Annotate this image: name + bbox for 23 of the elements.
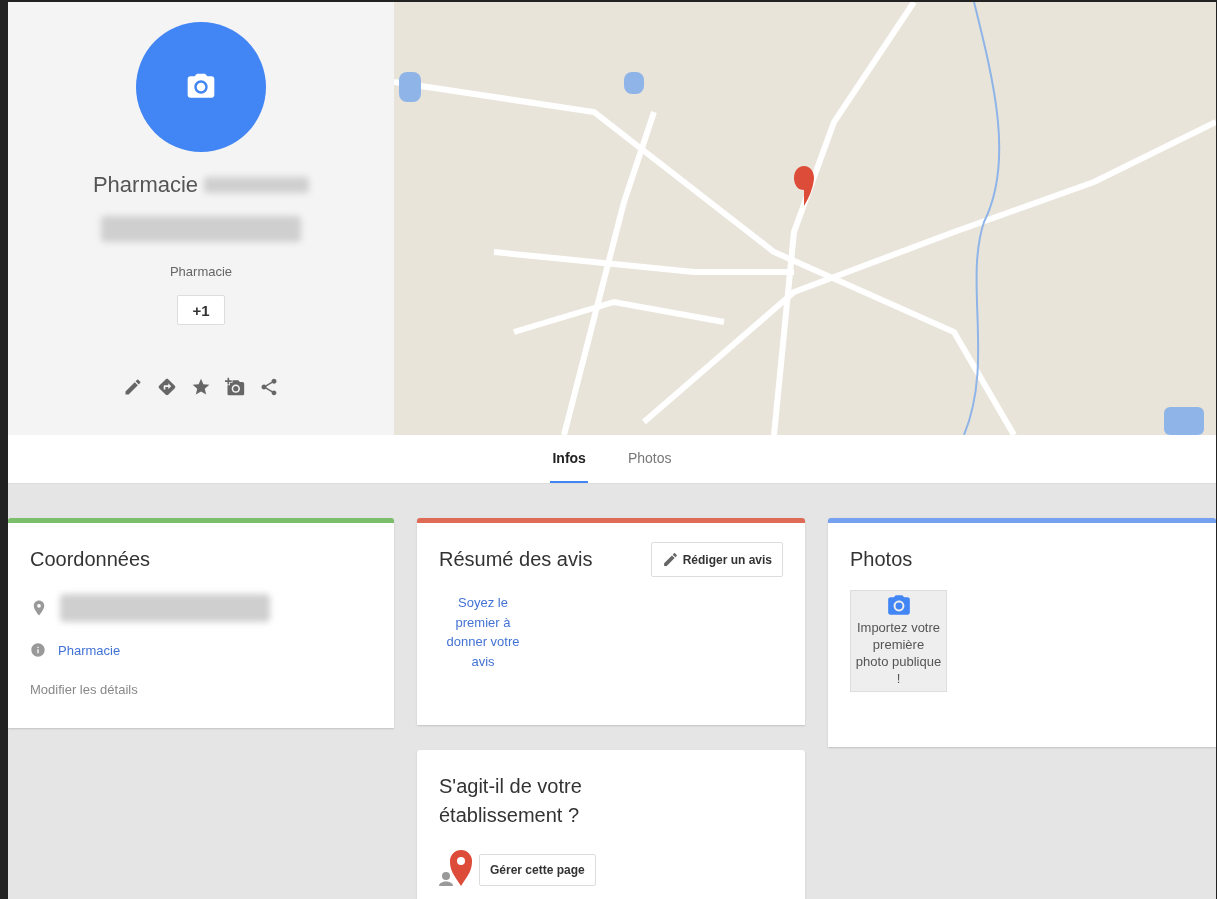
tab[interactable]: Infos	[550, 435, 588, 483]
tab[interactable]: Photos	[625, 435, 674, 483]
pencil-icon[interactable]	[123, 377, 143, 397]
manage-page-button[interactable]: Gérer cette page	[479, 854, 596, 886]
directions-icon[interactable]	[157, 377, 177, 397]
category-link[interactable]: Pharmacie	[58, 642, 121, 658]
card-title: S'agit-il de votre établissement ?	[439, 774, 583, 828]
pencil-icon	[661, 551, 679, 568]
category-label: Pharmacie	[169, 264, 233, 279]
edit-details-link[interactable]: Modifier les détails	[30, 682, 372, 697]
info-icon	[30, 642, 46, 658]
business-name: Pharmacie	[92, 172, 199, 198]
person-pin-icon	[439, 848, 475, 886]
star-icon[interactable]	[191, 377, 211, 397]
card-title: Résumé des avis	[439, 547, 593, 572]
camera-icon[interactable]	[225, 377, 245, 397]
upload-photo-button[interactable]: Importez votre première photo publique !	[850, 590, 947, 692]
card-title: Coordonnées	[30, 548, 151, 570]
write-review-button[interactable]: Rédiger un avis	[650, 542, 783, 577]
first-review-link[interactable]: Soyez le premier à donner votre avis	[445, 593, 521, 671]
share-icon[interactable]	[259, 377, 279, 397]
plus-one-button[interactable]: +1	[177, 295, 225, 325]
card-title: Photos	[850, 548, 913, 570]
